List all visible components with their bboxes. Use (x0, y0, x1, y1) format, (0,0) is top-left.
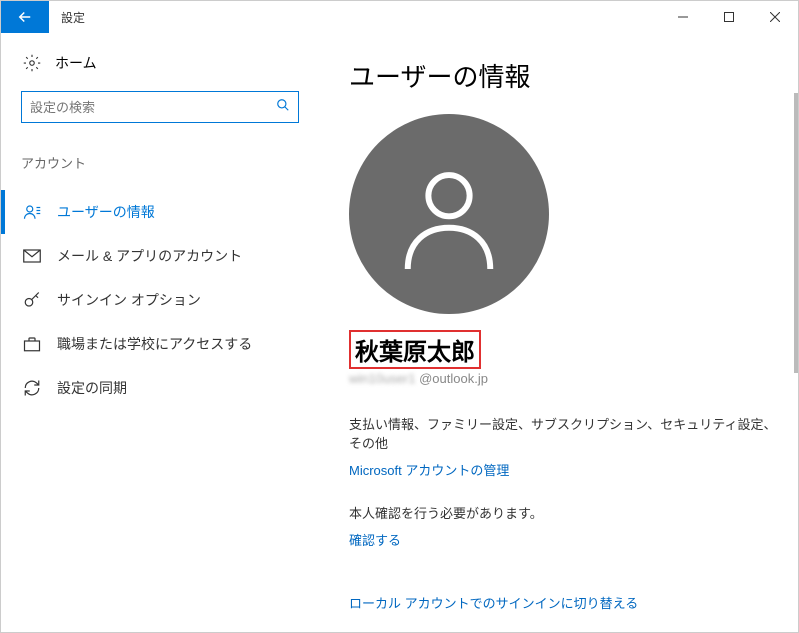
nav-work-school[interactable]: 職場または学校にアクセスする (21, 322, 311, 366)
sync-icon (23, 379, 41, 397)
gear-icon (23, 54, 41, 72)
close-icon (770, 12, 780, 22)
minimize-icon (678, 12, 688, 22)
avatar (349, 114, 549, 314)
search-input[interactable] (30, 100, 276, 115)
back-arrow-icon (16, 8, 34, 26)
verify-link[interactable]: 確認する (349, 530, 778, 549)
nav-label: サインイン オプション (57, 290, 201, 310)
section-label: アカウント (21, 153, 311, 172)
search-icon (276, 98, 290, 117)
account-desc: 支払い情報、ファミリー設定、サブスクリプション、セキュリティ設定、その他 (349, 414, 778, 452)
username: 秋葉原太郎 (355, 332, 475, 367)
maximize-button[interactable] (706, 1, 752, 33)
window-title: 設定 (49, 9, 85, 26)
nav-sync[interactable]: 設定の同期 (21, 366, 311, 410)
nav-label: 設定の同期 (57, 378, 127, 398)
local-account-link[interactable]: ローカル アカウントでのサインインに切り替える (349, 593, 778, 612)
back-button[interactable] (1, 1, 49, 33)
sidebar: ホーム アカウント ユーザーの情報 メール & アプリのアカウント サインイン … (1, 33, 311, 632)
nav-user-info[interactable]: ユーザーの情報 (21, 190, 311, 234)
nav-label: メール & アプリのアカウント (57, 246, 242, 266)
briefcase-icon (23, 336, 41, 352)
nav-email-accounts[interactable]: メール & アプリのアカウント (21, 234, 311, 278)
user-icon (23, 203, 41, 221)
manage-account-link[interactable]: Microsoft アカウントの管理 (349, 460, 778, 479)
home-label: ホーム (55, 53, 97, 73)
main-content: ユーザーの情報 秋葉原太郎 win10user1 @outlook.jp 支払い… (311, 33, 798, 632)
close-button[interactable] (752, 1, 798, 33)
verify-desc: 本人確認を行う必要があります。 (349, 503, 778, 522)
titlebar: 設定 (1, 1, 798, 33)
minimize-button[interactable] (660, 1, 706, 33)
maximize-icon (724, 12, 734, 22)
nav-label: ユーザーの情報 (57, 202, 155, 222)
username-highlight: 秋葉原太郎 (349, 330, 481, 369)
page-title: ユーザーの情報 (349, 57, 778, 94)
nav-label: 職場または学校にアクセスする (57, 334, 252, 354)
key-icon (23, 291, 41, 309)
home-link[interactable]: ホーム (21, 53, 311, 73)
email-user-blurred: win10user1 (349, 371, 416, 386)
mail-icon (23, 249, 41, 263)
email-domain: @outlook.jp (416, 371, 488, 386)
window-controls (660, 1, 798, 33)
email: win10user1 @outlook.jp (349, 371, 778, 386)
scrollbar[interactable] (794, 93, 798, 373)
nav-signin-options[interactable]: サインイン オプション (21, 278, 311, 322)
person-icon (394, 159, 504, 269)
search-box[interactable] (21, 91, 299, 123)
